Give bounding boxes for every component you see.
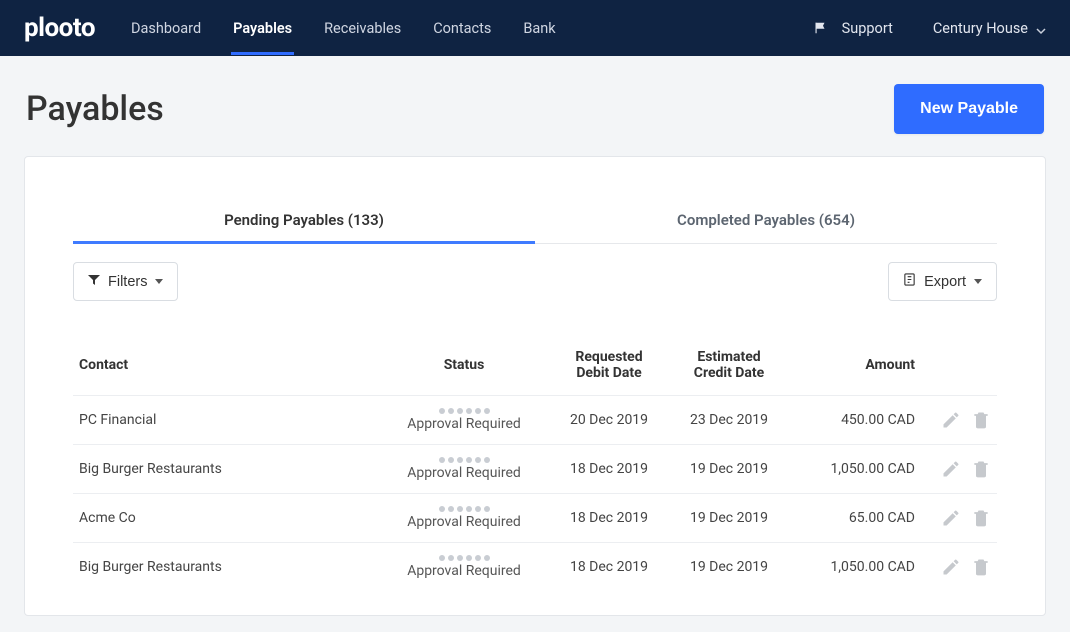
table-toolbar: Filters Export [73,262,997,301]
table-row[interactable]: Acme Co Approval Required 18 Dec 201919 De… [73,493,997,542]
edit-icon[interactable] [941,459,961,479]
cell-amount: 1,050.00 CAD [789,461,927,477]
table-header: Contact Status Requested Debit Date Esti… [73,337,997,395]
table-row[interactable]: Big Burger Restaurants Approval Required 1… [73,444,997,493]
caret-down-icon [974,279,982,284]
col-status: Status [379,357,549,373]
col-contact: Contact [79,357,379,373]
logo: plooto [24,13,95,43]
export-button[interactable]: Export [888,262,997,301]
cell-amount: 65.00 CAD [789,510,927,526]
cell-amount: 1,050.00 CAD [789,559,927,575]
cell-actions [927,557,991,577]
tab-completed[interactable]: Completed Payables (654) [535,201,997,243]
status-label: Approval Required [407,563,521,579]
cell-credit-date: 19 Dec 2019 [669,510,789,526]
nav-dashboard[interactable]: Dashboard [129,2,203,55]
col-debit: Requested Debit Date [549,349,669,381]
payables-table: Contact Status Requested Debit Date Esti… [73,337,997,591]
col-amount: Amount [789,357,927,373]
edit-icon[interactable] [941,508,961,528]
new-payable-button[interactable]: New Payable [894,84,1044,134]
page-header: Payables New Payable [0,56,1070,156]
support-link[interactable]: Support [814,20,893,37]
nav-receivables[interactable]: Receivables [322,2,403,55]
cell-amount: 450.00 CAD [789,412,927,428]
status-dots-icon [439,408,490,414]
tab-pending[interactable]: Pending Payables (133) [73,201,535,243]
table-row[interactable]: Big Burger Restaurants Approval Required 1… [73,542,997,591]
delete-icon[interactable] [971,459,991,479]
delete-icon[interactable] [971,508,991,528]
cell-contact: PC Financial [79,412,379,428]
cell-contact: Big Burger Restaurants [79,461,379,477]
table-row[interactable]: PC Financial Approval Required 20 Dec 2019… [73,395,997,444]
cell-actions [927,459,991,479]
status-label: Approval Required [407,465,521,481]
page-title: Payables [26,89,164,129]
cell-actions [927,508,991,528]
nav-payables[interactable]: Payables [231,2,294,55]
status-dots-icon [439,555,490,561]
status-dots-icon [439,506,490,512]
export-icon [903,273,916,290]
company-dropdown[interactable]: Century House [933,20,1046,37]
caret-down-icon [155,279,163,284]
payables-card: Pending Payables (133) Completed Payable… [24,156,1046,616]
support-label: Support [842,20,893,37]
nav-contacts[interactable]: Contacts [431,2,493,55]
edit-icon[interactable] [941,410,961,430]
filter-icon [88,274,100,290]
export-label: Export [924,274,966,290]
company-name: Century House [933,20,1028,37]
top-nav: plooto Dashboard Payables Receivables Co… [0,0,1070,56]
cell-contact: Big Burger Restaurants [79,559,379,575]
status-dots-icon [439,457,490,463]
cell-debit-date: 18 Dec 2019 [549,461,669,477]
status-label: Approval Required [407,416,521,432]
nav-bank[interactable]: Bank [521,2,557,55]
payables-tabs: Pending Payables (133) Completed Payable… [73,201,997,244]
delete-icon[interactable] [971,557,991,577]
nav-links: Dashboard Payables Receivables Contacts … [129,2,558,55]
cell-credit-date: 19 Dec 2019 [669,461,789,477]
edit-icon[interactable] [941,557,961,577]
cell-contact: Acme Co [79,510,379,526]
cell-actions [927,410,991,430]
cell-status: Approval Required [379,408,549,432]
cell-credit-date: 19 Dec 2019 [669,559,789,575]
delete-icon[interactable] [971,410,991,430]
cell-debit-date: 18 Dec 2019 [549,510,669,526]
cell-status: Approval Required [379,555,549,579]
chevron-down-icon [1036,23,1046,33]
cell-debit-date: 18 Dec 2019 [549,559,669,575]
cell-debit-date: 20 Dec 2019 [549,412,669,428]
col-credit: Estimated Credit Date [669,349,789,381]
status-label: Approval Required [407,514,521,530]
cell-status: Approval Required [379,506,549,530]
filters-label: Filters [108,274,147,290]
filters-button[interactable]: Filters [73,262,178,301]
cell-credit-date: 23 Dec 2019 [669,412,789,428]
cell-status: Approval Required [379,457,549,481]
flag-icon [814,21,832,35]
